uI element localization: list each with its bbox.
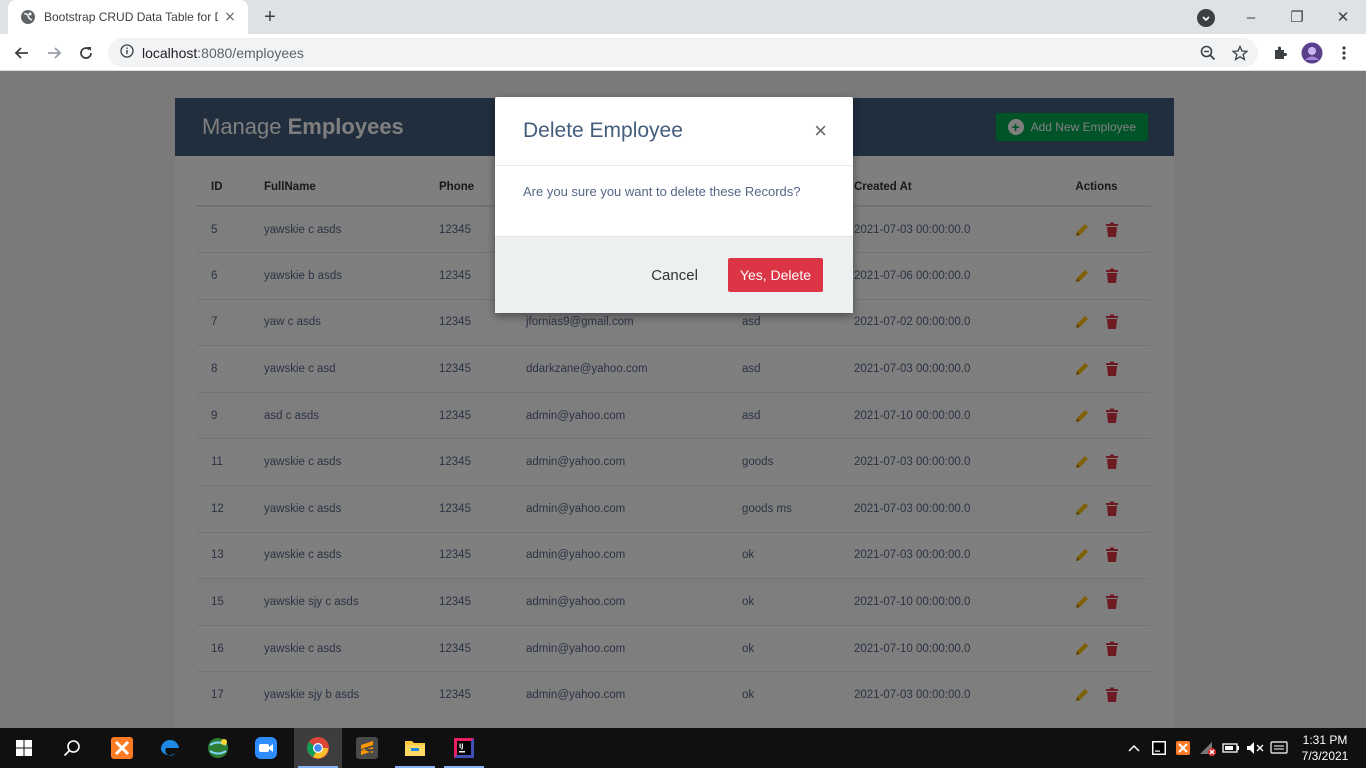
profile-avatar-icon[interactable] <box>1300 41 1324 65</box>
battery-icon[interactable] <box>1220 728 1242 768</box>
modal-header: Delete Employee × <box>495 97 853 166</box>
modal-message: Are you sure you want to delete these Re… <box>523 184 801 199</box>
delete-employee-modal: Delete Employee × Are you sure you want … <box>495 97 853 313</box>
network-globe-icon[interactable] <box>194 728 242 768</box>
bookmark-star-icon[interactable] <box>1232 45 1248 61</box>
address-bar[interactable]: localhost:8080/employees <box>108 38 1258 67</box>
reload-icon[interactable] <box>74 41 98 65</box>
modal-footer: Cancel Yes, Delete <box>495 236 853 313</box>
tray-chevron-icon[interactable] <box>1124 728 1144 768</box>
tab-search-icon[interactable] <box>1197 9 1215 27</box>
sublime-text-icon[interactable] <box>343 728 391 768</box>
search-icon[interactable] <box>48 728 96 768</box>
forward-arrow-icon[interactable] <box>42 41 66 65</box>
browser-toolbar: localhost:8080/employees <box>0 34 1366 71</box>
confirm-delete-button[interactable]: Yes, Delete <box>727 258 823 292</box>
modal-title: Delete Employee <box>523 119 683 142</box>
modal-body: Are you sure you want to delete these Re… <box>495 166 853 236</box>
windows-start-icon[interactable] <box>0 728 48 768</box>
new-tab-button[interactable]: + <box>258 6 282 28</box>
windows-taskbar: IJ 1:31 PM 7/3/2021 <box>0 728 1366 768</box>
back-arrow-icon[interactable] <box>10 41 34 65</box>
network-status-icon[interactable] <box>1196 728 1218 768</box>
speaker-muted-icon[interactable] <box>1244 728 1266 768</box>
xampp-icon[interactable] <box>98 728 146 768</box>
chrome-icon[interactable] <box>294 728 342 768</box>
tray-intellij-icon[interactable] <box>1148 728 1170 768</box>
close-window-button[interactable]: ✕ <box>1320 0 1366 34</box>
zoom-icon[interactable] <box>1200 45 1216 61</box>
language-keyboard-icon[interactable] <box>1268 728 1290 768</box>
taskbar-clock[interactable]: 1:31 PM 7/3/2021 <box>1296 732 1354 764</box>
zoom-app-icon[interactable] <box>242 728 290 768</box>
file-explorer-icon[interactable] <box>391 728 439 768</box>
tray-xampp-icon[interactable] <box>1172 728 1194 768</box>
minimize-button[interactable]: – <box>1228 0 1274 34</box>
browser-tab-bar: Bootstrap CRUD Data Table for D × + – ❐ … <box>0 0 1366 34</box>
info-icon[interactable] <box>120 43 134 62</box>
browser-tab[interactable]: Bootstrap CRUD Data Table for D × <box>8 0 248 34</box>
svg-text:IJ: IJ <box>459 743 463 750</box>
globe-icon <box>20 9 36 25</box>
modal-close-icon[interactable]: × <box>814 120 827 142</box>
tab-close-icon[interactable]: × <box>222 9 238 25</box>
browser-menu-icon[interactable] <box>1332 41 1356 65</box>
url-text: localhost:8080/employees <box>142 44 304 61</box>
extensions-puzzle-icon[interactable] <box>1268 41 1292 65</box>
clock-date: 7/3/2021 <box>1301 749 1349 763</box>
edge-icon[interactable] <box>146 728 194 768</box>
intellij-icon[interactable]: IJ <box>440 728 488 768</box>
maximize-button[interactable]: ❐ <box>1274 0 1320 34</box>
cancel-button[interactable]: Cancel <box>651 267 698 284</box>
tab-title: Bootstrap CRUD Data Table for D <box>44 10 218 24</box>
clock-time: 1:31 PM <box>1302 733 1348 747</box>
